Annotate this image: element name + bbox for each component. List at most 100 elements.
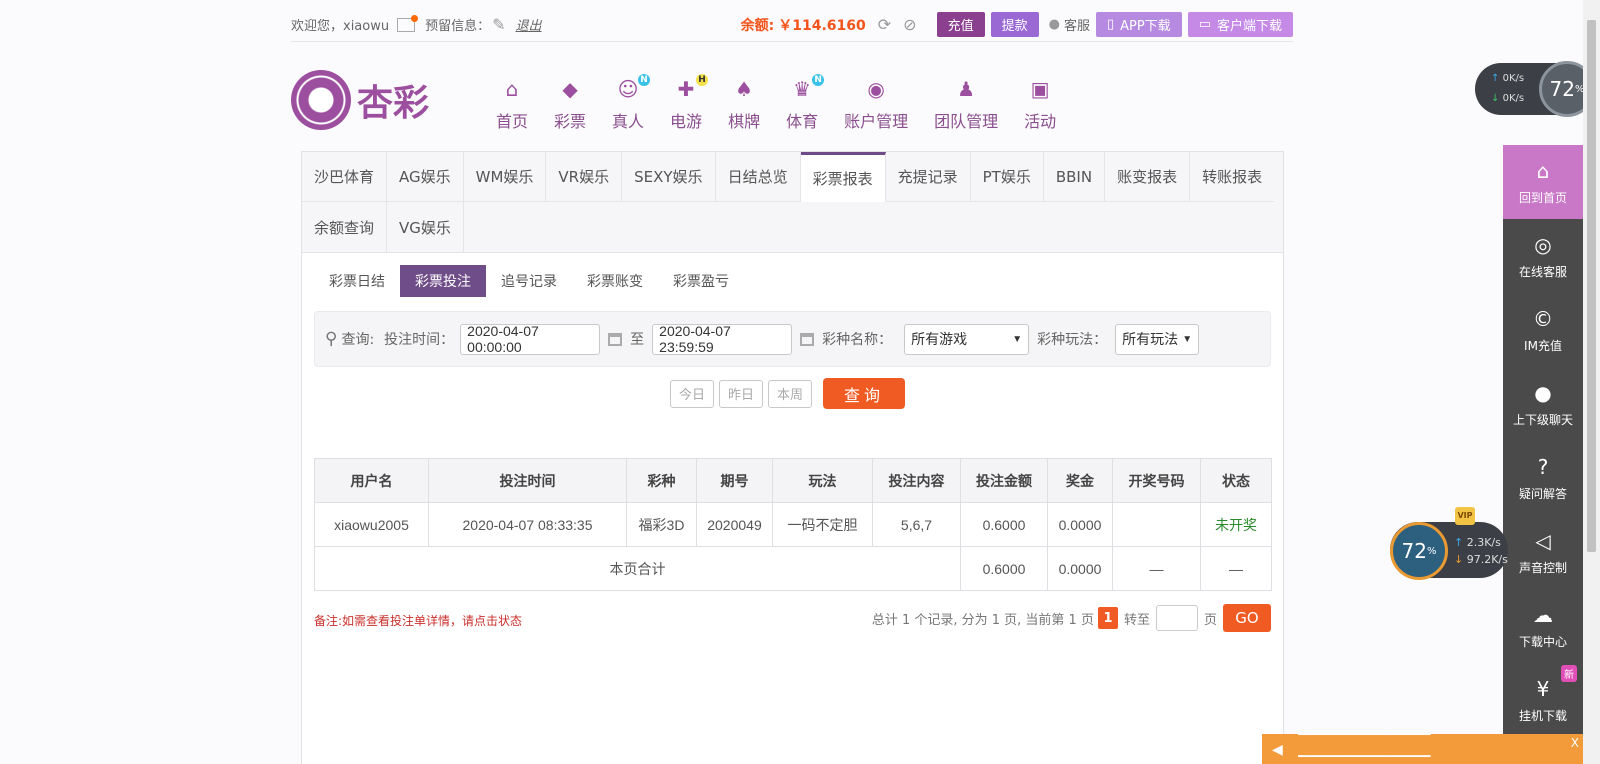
network-speed-widget[interactable]: ↑ 0K/s ↓ 0K/s 72% bbox=[1475, 61, 1595, 117]
download-arrow-icon: ↓ bbox=[1491, 93, 1500, 104]
scrollbar-thumb[interactable] bbox=[1587, 20, 1596, 552]
app-download-button[interactable]: ▯ APP下载 bbox=[1095, 12, 1182, 37]
yesterday-button[interactable]: 昨日 bbox=[719, 379, 764, 408]
play-select[interactable]: 所有玩法 ▼ bbox=[1115, 323, 1200, 355]
nav-chess[interactable]: ♠ 棋牌 bbox=[728, 74, 760, 132]
sidebar-label: 回到首页 bbox=[1518, 190, 1567, 205]
home-icon: ⌂ bbox=[505, 77, 519, 101]
cloud-download-icon: ☁ bbox=[1533, 602, 1553, 627]
subtab-lottery-account-change[interactable]: 彩票账变 bbox=[572, 265, 658, 297]
tab-vr[interactable]: VR娱乐 bbox=[546, 152, 623, 202]
percent-value: 72 bbox=[1549, 77, 1575, 101]
tab-sexy[interactable]: SEXY娱乐 bbox=[622, 152, 716, 202]
calendar-icon[interactable] bbox=[608, 332, 623, 346]
cell-play: 一码不定胆 bbox=[772, 502, 873, 547]
tab-balance-query[interactable]: 余额查询 bbox=[302, 202, 388, 252]
refresh-icon[interactable]: ⟳ bbox=[878, 15, 891, 34]
new-badge: N bbox=[638, 74, 651, 86]
filter-bar: ⚲ 查询: 投注时间： 2020-04-07 00:00:00 至 2020-0… bbox=[314, 311, 1271, 367]
tab-wm[interactable]: WM娱乐 bbox=[463, 152, 547, 202]
page-label: 页 bbox=[1203, 612, 1217, 628]
service-button[interactable]: ● 客服 bbox=[1049, 15, 1090, 34]
new-badge: N bbox=[812, 74, 825, 86]
money-bag-icon: ¥ bbox=[1536, 676, 1550, 701]
nav-sports[interactable]: ♛ N 体育 bbox=[786, 74, 825, 132]
nav-lottery[interactable]: ◆ 彩票 bbox=[554, 74, 586, 132]
speaker-icon: ◁ bbox=[1535, 528, 1551, 553]
tab-daily-overview[interactable]: 日结总览 bbox=[715, 152, 801, 202]
hot-badge: H bbox=[696, 74, 709, 86]
tab-ag[interactable]: AG娱乐 bbox=[387, 152, 464, 202]
page-scrollbar[interactable] bbox=[1583, 0, 1600, 764]
sidebar-item-auto-download[interactable]: 新 ¥ 挂机下载 bbox=[1503, 663, 1583, 737]
current-page[interactable]: 1 bbox=[1097, 607, 1118, 629]
nav-home[interactable]: ⌂ 首页 bbox=[496, 74, 528, 132]
subtab-chase-records[interactable]: 追号记录 bbox=[486, 265, 572, 297]
subtab-lottery-daily[interactable]: 彩票日结 bbox=[314, 265, 400, 297]
sub-tabs: 彩票日结 彩票投注 追号记录 彩票账变 彩票盈亏 bbox=[302, 253, 1283, 309]
tab-account-change[interactable]: 账变报表 bbox=[1105, 152, 1191, 202]
col-status: 状态 bbox=[1200, 458, 1272, 503]
balance-label: 余额: bbox=[740, 17, 775, 34]
nav-team[interactable]: ♟ 团队管理 bbox=[934, 74, 998, 132]
reserved-info-label: 预留信息： bbox=[425, 19, 491, 34]
go-button[interactable]: GO bbox=[1223, 604, 1271, 632]
nav-egame[interactable]: ✚ H 电游 bbox=[670, 74, 709, 132]
search-button[interactable]: 查询 bbox=[823, 378, 906, 409]
sidebar-item-online-service[interactable]: ◎ 在线客服 bbox=[1503, 219, 1583, 293]
remark-note: 备注:如需查看投注单详情，请点击状态 bbox=[314, 614, 523, 628]
sidebar-item-im-recharge[interactable]: © IM充值 bbox=[1503, 293, 1583, 367]
this-week-button[interactable]: 本周 bbox=[768, 379, 813, 408]
today-button[interactable]: 今日 bbox=[670, 379, 715, 408]
sidebar-item-chat[interactable]: ● 上下级聊天 bbox=[1503, 367, 1583, 441]
lottery-name-label: 彩种名称： bbox=[822, 332, 893, 348]
sidebar-label: 声音控制 bbox=[1518, 560, 1567, 575]
site-logo[interactable]: 杏彩 bbox=[291, 70, 443, 130]
main-nav: ⌂ 首页 ◆ 彩票 ☺ N 真人 ✚ H 电游 ♠ 棋牌 ♛ N 体育 ◉ 账户… bbox=[496, 74, 1082, 132]
page-number-input[interactable] bbox=[1155, 605, 1198, 631]
tab-vg[interactable]: VG娱乐 bbox=[387, 202, 464, 252]
message-envelope-icon[interactable] bbox=[397, 14, 419, 32]
subtab-lottery-bets[interactable]: 彩票投注 bbox=[400, 265, 486, 297]
subtab-lottery-profit[interactable]: 彩票盈亏 bbox=[658, 265, 744, 297]
logout-link[interactable]: 退出 bbox=[516, 15, 542, 34]
tab-pt[interactable]: PT娱乐 bbox=[970, 152, 1044, 202]
sidebar-item-sound[interactable]: ◁ 声音控制 bbox=[1503, 515, 1583, 589]
tab-lottery-report[interactable]: 彩票报表 bbox=[800, 152, 886, 202]
client-download-button[interactable]: ▭ 客户端下载 bbox=[1187, 12, 1293, 37]
chat-bubble-icon: ● bbox=[1534, 380, 1552, 405]
sidebar-item-download-center[interactable]: ☁ 下载中心 bbox=[1503, 589, 1583, 663]
sidebar-item-faq[interactable]: ? 疑问解答 bbox=[1503, 441, 1583, 515]
upload-arrow-icon: ↑ bbox=[1454, 536, 1464, 549]
search-icon: ⚲ bbox=[325, 329, 338, 349]
recharge-button[interactable]: 充值 bbox=[936, 12, 985, 37]
percent-value: 72 bbox=[1401, 539, 1427, 563]
nav-account[interactable]: ◉ 账户管理 bbox=[844, 74, 908, 132]
close-notice-button[interactable]: X bbox=[1571, 736, 1579, 750]
tab-deposit-withdraw[interactable]: 充提记录 bbox=[885, 152, 971, 202]
status-link[interactable]: 未开奖 bbox=[1200, 502, 1272, 547]
play-value: 所有玩法 bbox=[1122, 331, 1179, 347]
table-row: xiaowu2005 2020-04-07 08:33:35 福彩3D 2020… bbox=[314, 502, 1272, 547]
tab-saba[interactable]: 沙巴体育 bbox=[302, 152, 388, 202]
logo-text: 杏彩 bbox=[357, 82, 430, 124]
nav-live[interactable]: ☺ N 真人 bbox=[612, 74, 651, 132]
report-panel: 沙巴体育 AG娱乐 WM娱乐 VR娱乐 SEXY娱乐 日结总览 彩票报表 充提记… bbox=[301, 151, 1284, 764]
tab-bbin[interactable]: BBIN bbox=[1043, 152, 1106, 202]
end-time-input[interactable]: 2020-04-07 23:59:59 bbox=[652, 323, 793, 355]
play-label: 彩种玩法： bbox=[1037, 332, 1108, 348]
tab-transfer-report[interactable]: 转账报表 bbox=[1190, 152, 1275, 202]
sidebar-item-home[interactable]: ⌂ 回到首页 bbox=[1503, 145, 1583, 219]
edit-icon[interactable]: ✎ bbox=[492, 15, 505, 34]
hide-eye-icon[interactable]: ⊘ bbox=[903, 15, 916, 34]
network-speed-widget-secondary[interactable]: 72% ↑ 2.3K/s ↓ 97.2K/s bbox=[1390, 522, 1508, 580]
download-arrow-icon: ↓ bbox=[1454, 553, 1464, 566]
client-download-label: 客户端下载 bbox=[1216, 19, 1282, 34]
calendar-icon[interactable] bbox=[800, 332, 815, 346]
question-icon: ? bbox=[1537, 454, 1549, 479]
start-time-input[interactable]: 2020-04-07 00:00:00 bbox=[460, 323, 601, 355]
nav-activity[interactable]: ▣ 活动 bbox=[1024, 74, 1056, 132]
cell-amount: 0.6000 bbox=[960, 502, 1048, 547]
lottery-name-select[interactable]: 所有游戏 ▼ bbox=[904, 323, 1030, 355]
withdraw-button[interactable]: 提款 bbox=[990, 12, 1039, 37]
